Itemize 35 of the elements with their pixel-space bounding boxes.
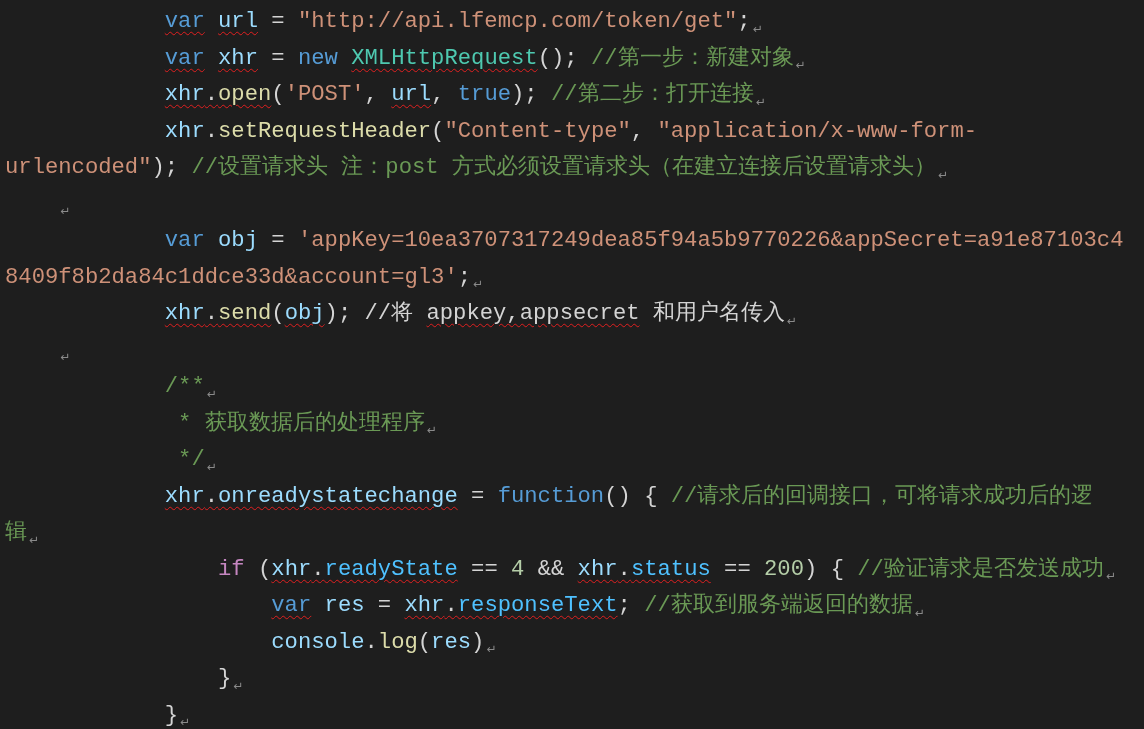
code-line: var obj = 'appKey=10ea3707317249dea85f94a5b9770226&appSecret=a91e87103c4	[164, 227, 1124, 255]
code-line: var url = "http://api.lfemcp.com/token/get";	[164, 8, 751, 36]
paragraph-mark: ↵	[60, 203, 71, 220]
code-line: xhr.onreadystatechange = function() { //请求后的回调接口，可将请求成功后的逻	[164, 482, 1094, 511]
code-line: }	[164, 701, 179, 729]
code-line: xhr.open('POST', url, true); //第二步：打开连接	[164, 80, 754, 109]
code-line: console.log(res)	[271, 628, 485, 657]
paragraph-mark: ↵	[233, 677, 244, 695]
paragraph-mark: ↵	[180, 714, 191, 729]
paragraph-mark: ↵	[60, 349, 71, 366]
paragraph-mark: ↵	[755, 93, 766, 111]
paragraph-mark: ↵	[206, 458, 217, 476]
code-line: xhr.send(obj); //将 appkey,appsecret 和用户名传入	[164, 299, 785, 328]
code-line: * 获取数据后的处理程序	[178, 409, 425, 438]
code-line: xhr.setRequestHeader("Content-type", "application/x-www-form-	[164, 117, 978, 146]
code-line: 8409f8b2da84c1ddce33d&account=gl3';	[5, 263, 472, 292]
paragraph-mark: ↵	[786, 312, 797, 330]
code-line: }	[218, 665, 232, 693]
code-line: */	[178, 446, 205, 474]
paragraph-mark: ↵	[473, 276, 484, 293]
paragraph-mark: ↵	[937, 166, 948, 184]
paragraph-mark: ↵	[914, 604, 925, 622]
code-line: 辑	[5, 519, 27, 547]
code-line: if (xhr.readyState == 4 && xhr.status == 200) { //验证请求是否发送成功	[218, 555, 1104, 584]
paragraph-mark: ↵	[752, 20, 763, 38]
code-line: var res = xhr.responseText; //获取到服务端返回的数据	[271, 592, 913, 620]
paragraph-mark: ↵	[795, 57, 806, 74]
paragraph-mark: ↵	[426, 422, 437, 439]
code-line: /**	[164, 373, 205, 401]
paragraph-mark: ↵	[29, 531, 40, 549]
paragraph-mark: ↵	[486, 641, 497, 658]
paragraph-mark: ↵	[206, 385, 217, 403]
code-line: var xhr = new XMLHttpRequest(); //第一步：新建对象	[164, 44, 794, 73]
code-line: urlencoded"); //设置请求头 注：post 方式必须设置请求头（在建立连接后设置请求头）	[5, 153, 936, 182]
paragraph-mark: ↵	[1105, 568, 1116, 585]
